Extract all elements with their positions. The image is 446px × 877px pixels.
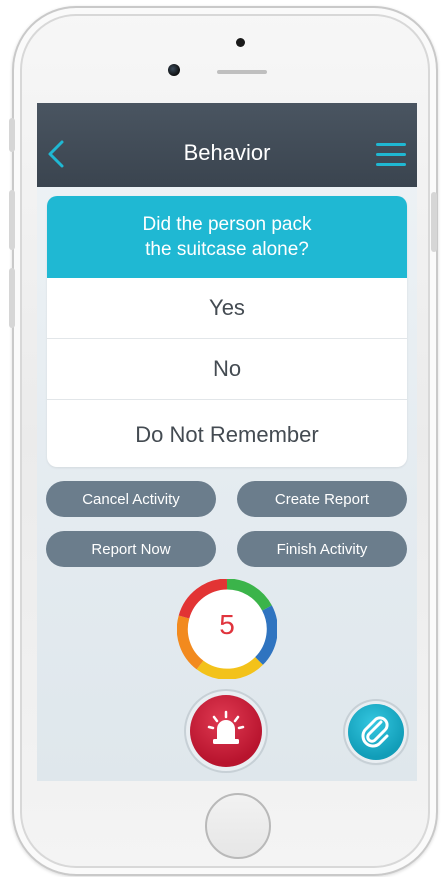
paperclip-icon	[361, 716, 389, 748]
emergency-alarm-button[interactable]	[190, 695, 262, 767]
answer-do-not-remember[interactable]: Do Not Remember	[47, 400, 407, 467]
power-button	[431, 192, 437, 252]
finish-activity-button[interactable]: Finish Activity	[237, 531, 407, 567]
volume-up-button	[9, 190, 15, 250]
create-report-button[interactable]: Create Report	[237, 481, 407, 517]
answer-no[interactable]: No	[47, 339, 407, 400]
app-screen: Behavior Did the person pack the suitcas…	[37, 103, 417, 781]
home-button[interactable]	[205, 793, 271, 859]
cancel-activity-button[interactable]: Cancel Activity	[46, 481, 216, 517]
question-card: Did the person pack the suitcase alone? …	[47, 196, 407, 467]
countdown-timer: 5	[176, 578, 278, 680]
report-now-button[interactable]: Report Now	[46, 531, 216, 567]
front-camera-icon	[168, 64, 180, 76]
timer-value: 5	[219, 609, 235, 640]
volume-down-button	[9, 268, 15, 328]
question-text: Did the person pack the suitcase alone?	[47, 196, 407, 278]
mute-switch	[9, 118, 15, 152]
siren-icon	[207, 710, 245, 744]
hamburger-menu-icon[interactable]	[376, 143, 406, 169]
question-line-1: Did the person pack	[142, 214, 312, 235]
proximity-sensor	[236, 38, 245, 47]
question-line-2: the suitcase alone?	[145, 239, 309, 260]
attach-file-button[interactable]	[348, 704, 404, 760]
answer-yes[interactable]: Yes	[47, 278, 407, 339]
page-title: Behavior	[183, 140, 271, 165]
top-navigation-bar: Behavior	[37, 103, 417, 187]
earpiece-speaker	[217, 70, 267, 74]
